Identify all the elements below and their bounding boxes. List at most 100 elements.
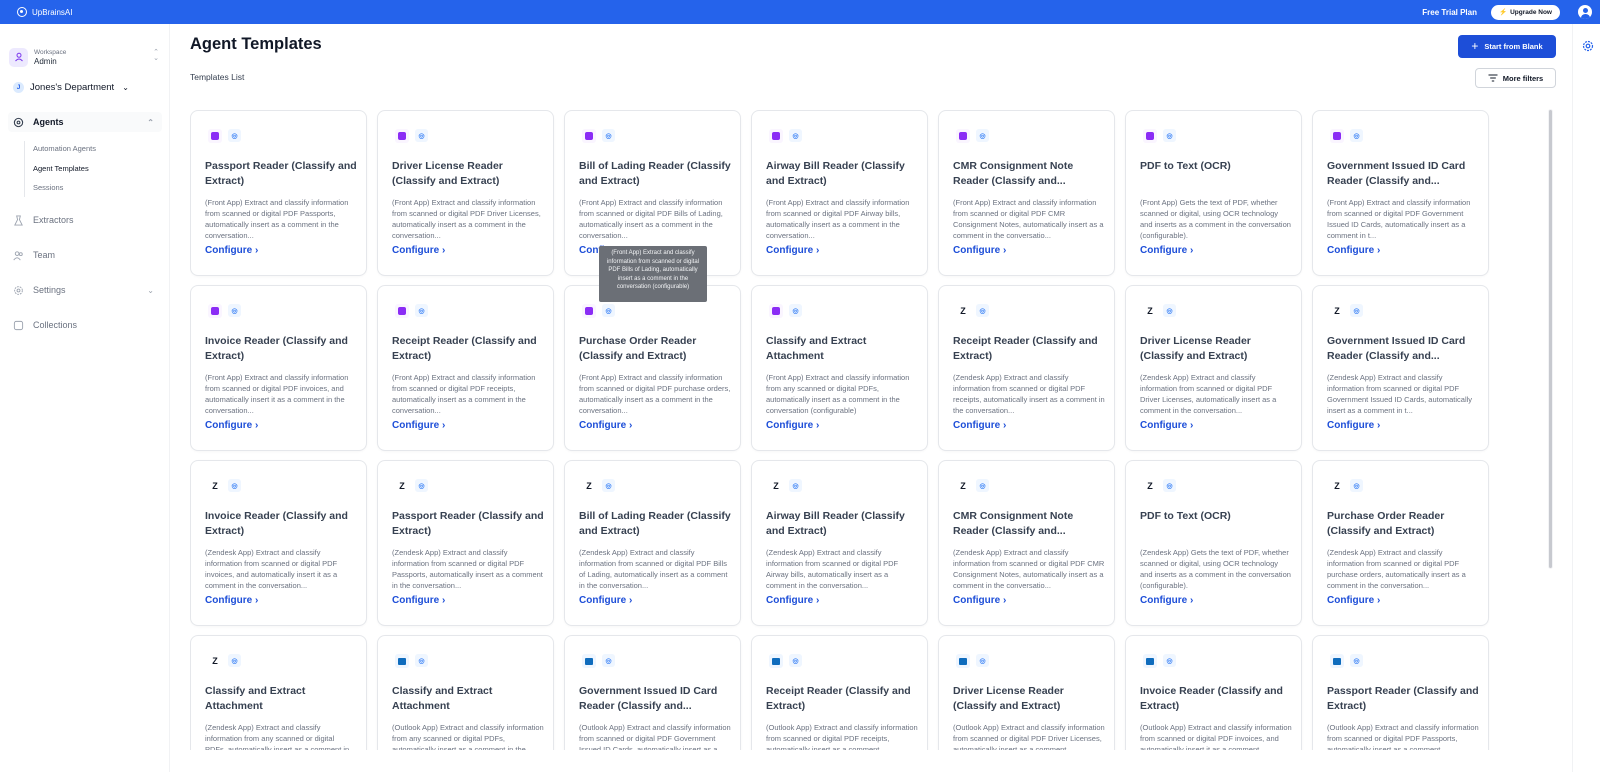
upbrains-app-icon: ◎ [1350,304,1363,317]
template-card[interactable]: ◎ Purchase Order Reader (Classify and Ext… [564,285,741,451]
upbrains-app-icon: ◎ [976,129,989,142]
configure-link[interactable]: Configure › [766,420,819,431]
chevron-right-icon: › [626,420,633,431]
template-card[interactable]: ◎ Receipt Reader (Classify and Extract) (O… [751,635,928,750]
card-title: Invoice Reader (Classify and Extract) [1140,685,1283,712]
configure-link[interactable]: Configure › [1140,245,1193,256]
workspace-switcher[interactable]: Workspace Admin ⌃ ⌄ [9,45,164,69]
card-title: Driver License Reader (Classify and Extr… [953,685,1064,712]
configure-link[interactable]: Configure › [1140,420,1193,431]
chevron-right-icon: › [813,595,820,606]
configure-link[interactable]: Configure › [579,595,632,606]
configure-link[interactable]: Configure › [1327,420,1380,431]
template-card[interactable]: ◎ Driver License Reader (Classify and Ext… [938,635,1115,750]
subnav-sessions[interactable]: Sessions [33,183,63,192]
chevron-right-icon: › [252,245,259,256]
page-title: Agent Templates [190,35,322,53]
configure-link[interactable]: Configure › [953,245,1006,256]
upgrade-button[interactable]: ⚡ Upgrade Now [1491,4,1560,20]
sidebar-item-extractors[interactable]: Extractors [8,210,162,230]
template-card[interactable]: Z ◎ Passport Reader (Classify and Extract)… [377,460,554,626]
template-card[interactable]: Z ◎ Bill of Lading Reader (Classify and Ex… [564,460,741,626]
user-avatar-icon[interactable] [1578,5,1592,19]
template-card[interactable]: Z ◎ CMR Consignment Note Reader (Classify … [938,460,1115,626]
sidebar-item-team[interactable]: Team [8,245,162,265]
template-card[interactable]: ◎ Airway Bill Reader (Classify and Extrac… [751,110,928,276]
front-app-icon [208,129,222,143]
template-card[interactable]: ◎ CMR Consignment Note Reader (Classify a… [938,110,1115,276]
extractor-icon [14,214,23,226]
configure-link[interactable]: Configure › [205,245,258,256]
template-card[interactable]: Z ◎ Classify and Extract Attachment (Zendes… [190,635,367,750]
brand-name: UpBrainsAI [32,7,73,17]
card-description: (Outlook App) Extract and classify infor… [1327,723,1479,750]
upbrains-app-icon: ◎ [602,129,615,142]
outlook-app-icon [1330,654,1344,668]
template-card[interactable]: Z ◎ Receipt Reader (Classify and Extract) (… [938,285,1115,451]
sidebar-item-collections[interactable]: Collections [8,315,162,335]
team-icon [13,250,23,260]
card-title: Bill of Lading Reader (Classify and Extr… [579,160,731,187]
subnav-automation-agents[interactable]: Automation Agents [33,144,96,153]
front-app-icon [1330,129,1344,143]
outlook-app-icon [395,654,409,668]
configure-link[interactable]: Configure › [1327,595,1380,606]
collections-icon [13,320,24,330]
templates-grid-viewport: ◎ Passport Reader (Classify and Extract) (… [190,110,1490,750]
configure-link[interactable]: Configure › [205,595,258,606]
template-card[interactable]: ◎ PDF to Text (OCR) (Front App) Gets the t… [1125,110,1302,276]
template-card[interactable]: ◎ Classify and Extract Attachment (Front A… [751,285,928,451]
template-card[interactable]: Z ◎ PDF to Text (OCR) (Zendesk App) Gets th… [1125,460,1302,626]
sidebar-item-settings[interactable]: Settings ⌄ [8,280,162,300]
configure-link[interactable]: Configure › [579,420,632,431]
template-card[interactable]: ◎ Government Issued ID Card Reader (Class… [1312,110,1489,276]
card-description: (Front App) Extract and classify informa… [205,373,349,415]
configure-link[interactable]: Configure › [392,245,445,256]
zendesk-app-icon: Z [956,479,970,493]
chevron-right-icon: › [252,420,259,431]
sidebar-item-agents[interactable]: Agents ⌃ [8,112,162,132]
chevron-up-icon: ⌃ [147,117,154,127]
configure-link[interactable]: Configure › [392,595,445,606]
subnav-agent-templates[interactable]: Agent Templates [33,164,89,173]
template-card[interactable]: ◎ Government Issued ID Card Reader (Class… [564,635,741,750]
configure-label: Configure [953,420,1001,431]
configure-label: Configure [766,245,814,256]
configure-link[interactable]: Configure › [1327,245,1380,256]
template-card[interactable]: Z ◎ Purchase Order Reader (Classify and Ex… [1312,460,1489,626]
template-card[interactable]: ◎ Receipt Reader (Classify and Extract) (F… [377,285,554,451]
gear-icon [14,285,23,295]
configure-label: Configure [205,420,253,431]
template-card[interactable]: ◎ Passport Reader (Classify and Extract) (… [190,110,367,276]
configure-link[interactable]: Configure › [392,420,445,431]
configure-link[interactable]: Configure › [766,595,819,606]
template-card[interactable]: Z ◎ Driver License Reader (Classify and Ex… [1125,285,1302,451]
template-card[interactable]: Z ◎ Airway Bill Reader (Classify and Extra… [751,460,928,626]
department-selector[interactable]: J Jones's Department ⌄ [13,82,129,93]
scrollbar-thumb[interactable] [1549,110,1552,568]
configure-label: Configure [766,595,814,606]
template-card[interactable]: ◎ Classify and Extract Attachment (Outlook… [377,635,554,750]
brand[interactable]: UpBrainsAI [17,7,72,17]
configure-link[interactable]: Configure › [766,245,819,256]
start-from-blank-button[interactable]: + Start from Blank [1458,35,1556,58]
card-description: (Zendesk App) Extract and classify infor… [392,548,543,590]
configure-link[interactable]: Configure › [953,595,1006,606]
card-title: Invoice Reader (Classify and Extract) [205,510,348,537]
sidebar-item-label: Extractors [33,215,74,225]
settings-gear-icon[interactable] [1582,40,1594,52]
start-from-blank-label: Start from Blank [1484,42,1543,51]
configure-link[interactable]: Configure › [953,420,1006,431]
configure-link[interactable]: Configure › [205,420,258,431]
template-card[interactable]: ◎ Invoice Reader (Classify and Extract) (F… [190,285,367,451]
template-card[interactable]: ◎ Invoice Reader (Classify and Extract) (O… [1125,635,1302,750]
workspace-label: Workspace [34,48,67,56]
template-card[interactable]: Z ◎ Invoice Reader (Classify and Extract) (… [190,460,367,626]
configure-link[interactable]: Configure › [1140,595,1193,606]
more-filters-button[interactable]: More filters [1475,68,1556,88]
template-card[interactable]: ◎ Passport Reader (Classify and Extract) (… [1312,635,1489,750]
template-card[interactable]: ◎ Driver License Reader (Classify and Ext… [377,110,554,276]
template-card[interactable]: Z ◎ Government Issued ID Card Reader (Clas… [1312,285,1489,451]
outlook-app-icon [956,654,970,668]
upbrains-app-icon: ◎ [976,304,989,317]
